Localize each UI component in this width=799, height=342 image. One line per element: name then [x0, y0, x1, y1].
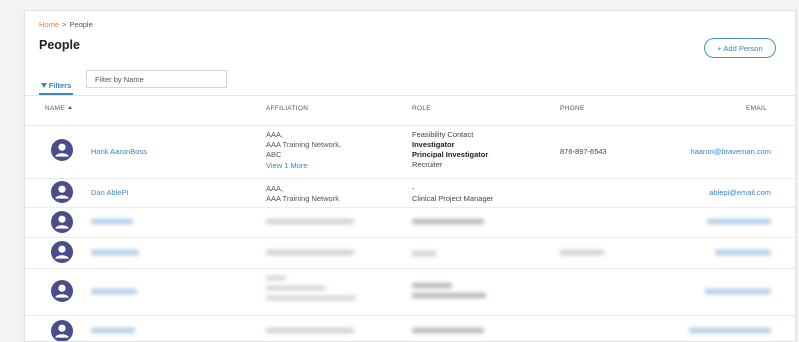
- role-item: Principal Investigator: [412, 150, 489, 159]
- affiliation-item: ABC: [266, 150, 282, 159]
- view-more-link[interactable]: View 1 More: [266, 161, 341, 171]
- column-header-name-label: NAME: [45, 105, 65, 112]
- role-cell: Feasibility Contact Investigator Princip…: [412, 130, 488, 170]
- breadcrumb: Home > People: [39, 20, 93, 29]
- breadcrumb-separator: >: [62, 20, 67, 29]
- person-name-link[interactable]: Dan AblePI: [91, 188, 129, 197]
- affiliation-item: AAA,: [266, 130, 284, 139]
- affiliation-cell: AAA, AAA Training Network, ABC View 1 Mo…: [266, 130, 341, 171]
- page-title: People: [39, 38, 80, 52]
- role-item: -: [412, 184, 415, 193]
- table-row[interactable]: [25, 315, 795, 341]
- obscured-row-content: [91, 250, 771, 256]
- affiliation-item: AAA,: [266, 184, 284, 193]
- column-header-phone: PHONE: [560, 105, 585, 112]
- table-row[interactable]: [25, 207, 795, 238]
- sort-ascending-icon: [67, 105, 72, 109]
- table-row[interactable]: [25, 237, 795, 269]
- affiliation-cell: AAA, AAA Training Network: [266, 184, 339, 204]
- column-header-role: ROLE: [412, 105, 431, 112]
- person-name-link[interactable]: Hank AaronBoss: [91, 147, 147, 156]
- user-avatar-icon: [51, 139, 73, 161]
- affiliation-item: AAA Training Network: [266, 194, 339, 203]
- phone-cell: 876-897-6543: [560, 147, 607, 156]
- role-item: Feasibility Contact: [412, 130, 474, 139]
- table-row[interactable]: Dan AblePI AAA, AAA Training Network - C…: [25, 178, 795, 208]
- obscured-row-content: [91, 276, 771, 300]
- role-item: Investigator: [412, 140, 455, 149]
- table-row[interactable]: Hank AaronBoss AAA, AAA Training Network…: [25, 124, 795, 179]
- table-header: NAME AFFILIATION ROLE PHONE EMAIL: [25, 95, 795, 126]
- email-link[interactable]: haaron@braveman.com: [690, 147, 771, 156]
- affiliation-item: AAA Training Network,: [266, 140, 342, 149]
- role-item: Recruiter: [412, 160, 443, 169]
- user-avatar-icon: [51, 181, 73, 203]
- column-header-email: EMAIL: [745, 105, 767, 112]
- column-header-name[interactable]: NAME: [45, 105, 72, 112]
- column-header-affiliation: AFFILIATION: [266, 105, 309, 112]
- obscured-row-content: [91, 219, 771, 224]
- email-link[interactable]: ablepi@email.com: [709, 188, 771, 197]
- role-item: Clinical Project Manager: [412, 194, 494, 203]
- filters-tab[interactable]: Filters: [39, 77, 73, 95]
- funnel-icon: [40, 82, 47, 88]
- add-person-label: + Add Person: [717, 43, 763, 53]
- filters-tab-label: Filters: [48, 80, 72, 90]
- role-cell: - Clinical Project Manager: [412, 184, 493, 204]
- table-row[interactable]: [25, 268, 795, 316]
- people-card: Home > People People + Add Person Filter…: [24, 10, 796, 342]
- add-person-button[interactable]: + Add Person: [704, 38, 776, 58]
- breadcrumb-home-link[interactable]: Home: [39, 20, 59, 29]
- obscured-row-content: [91, 328, 771, 333]
- filter-by-name-input[interactable]: [86, 70, 227, 88]
- breadcrumb-current: People: [69, 20, 93, 29]
